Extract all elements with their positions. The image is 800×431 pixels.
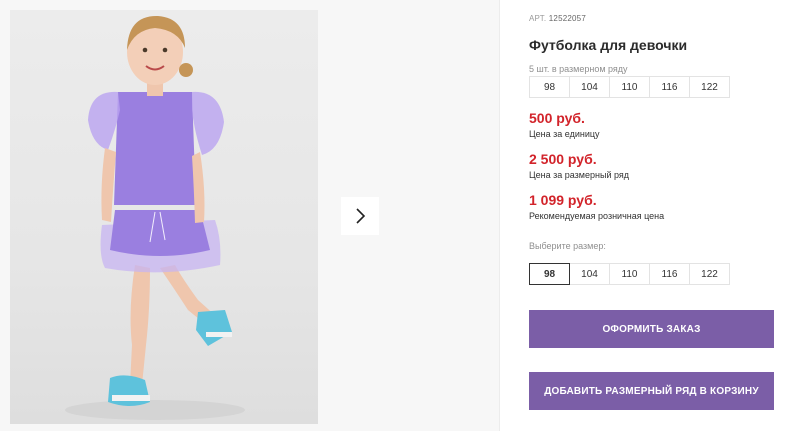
size-option-98[interactable]: 98 — [529, 263, 570, 285]
unit-price: 500 руб. — [529, 110, 585, 126]
add-range-to-cart-button[interactable]: ДОБАВИТЬ РАЗМЕРНЫЙ РЯД В КОРЗИНУ — [529, 372, 774, 410]
size-range-cell: 98 — [529, 76, 570, 98]
girl-in-purple-outfit-image — [65, 15, 245, 420]
retail-price-caption: Рекомендуемая розничная цена — [529, 211, 665, 221]
range-price-caption: Цена за размерный ряд — [529, 170, 630, 180]
article-number: АРТ. 12522057 — [529, 14, 586, 23]
size-option-116[interactable]: 116 — [649, 263, 690, 285]
product-photo[interactable] — [10, 10, 318, 424]
size-range-cell: 104 — [569, 76, 610, 98]
order-button[interactable]: ОФОРМИТЬ ЗАКАЗ — [529, 310, 774, 348]
unit-price-caption: Цена за единицу — [529, 129, 600, 139]
product-title: Футболка для девочки — [529, 37, 688, 53]
next-image-button[interactable] — [341, 197, 379, 235]
size-range-table: 98 104 110 116 122 — [529, 76, 730, 98]
size-range-note: 5 шт. в размерном ряду — [529, 64, 628, 74]
size-range-cell: 116 — [649, 76, 690, 98]
chevron-right-icon — [356, 208, 366, 224]
size-option-122[interactable]: 122 — [689, 263, 730, 285]
retail-price: 1 099 руб. — [529, 192, 597, 208]
size-selector: 98 104 110 116 122 — [529, 263, 730, 285]
article-label: АРТ. — [529, 14, 547, 23]
range-price: 2 500 руб. — [529, 151, 597, 167]
product-gallery — [0, 0, 500, 431]
size-option-110[interactable]: 110 — [609, 263, 650, 285]
size-range-cell: 122 — [689, 76, 730, 98]
article-value: 12522057 — [548, 14, 586, 23]
choose-size-label: Выберите размер: — [529, 241, 606, 251]
size-range-cell: 110 — [609, 76, 650, 98]
size-option-104[interactable]: 104 — [569, 263, 610, 285]
